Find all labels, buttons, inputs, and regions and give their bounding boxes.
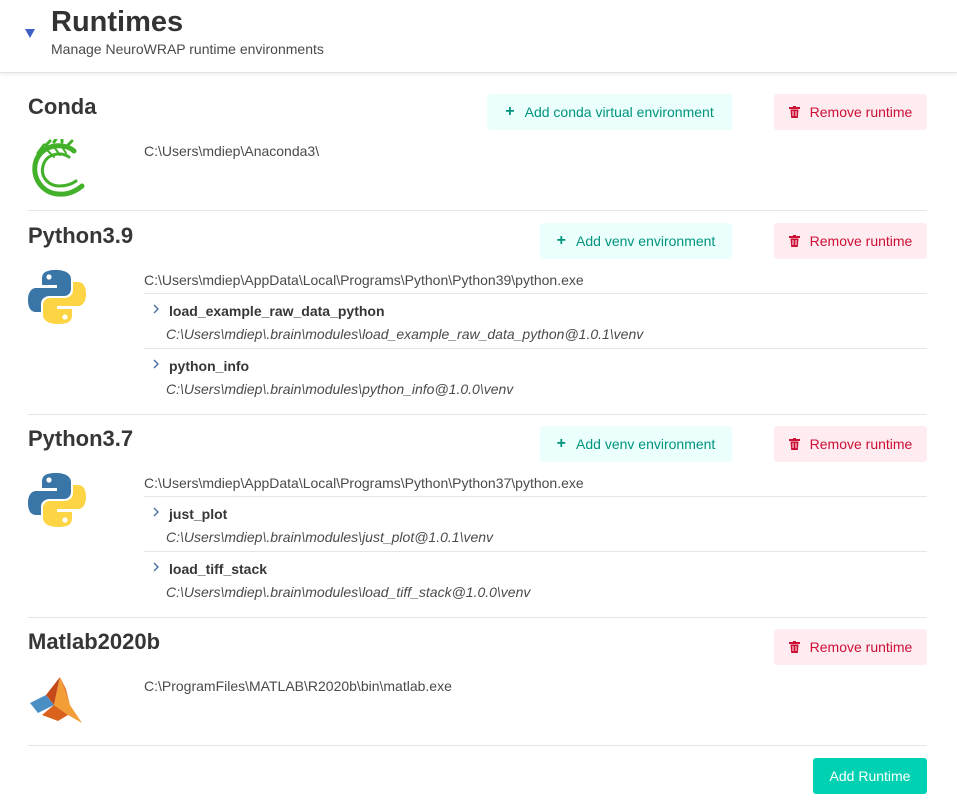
runtime-python37: Python3.7 + Add venv environment Remove …	[28, 414, 927, 618]
runtime-conda: Conda + Add conda virtual environment Re…	[28, 90, 927, 211]
list-item[interactable]: load_example_raw_data_python C:\Users\md…	[144, 293, 927, 348]
python-logo-icon	[28, 270, 86, 324]
remove-runtime-label: Remove runtime	[809, 233, 913, 249]
remove-runtime-label: Remove runtime	[809, 436, 913, 452]
add-runtime-button[interactable]: Add Runtime	[813, 758, 927, 794]
remove-runtime-button[interactable]: Remove runtime	[774, 426, 927, 462]
add-venv-label: Add venv environment	[576, 436, 716, 452]
chevron-right-icon[interactable]	[151, 561, 161, 573]
add-venv-label: Add venv environment	[576, 233, 716, 249]
add-conda-env-button[interactable]: + Add conda virtual environment	[487, 94, 732, 130]
chevron-right-icon[interactable]	[151, 358, 161, 370]
trash-icon	[788, 641, 800, 653]
conda-logo-icon	[32, 139, 85, 197]
trash-icon	[788, 438, 800, 450]
runtime-name: Python3.9	[28, 223, 134, 248]
add-conda-env-label: Add conda virtual environment	[524, 104, 714, 120]
runtime-python39: Python3.9 + Add venv environment Remove …	[28, 211, 927, 415]
matlab-logo-icon	[30, 677, 82, 723]
trash-icon	[788, 235, 800, 247]
environment-name: load_example_raw_data_python	[169, 303, 385, 319]
runtime-matlab2020b: Matlab2020b Remove runtime C:\ProgramFil…	[28, 617, 927, 746]
plus-icon: +	[556, 435, 567, 452]
python-logo-icon	[28, 473, 86, 527]
environment-path: C:\Users\mdiep\.brain\modules\python_inf…	[166, 381, 514, 397]
chevron-right-icon[interactable]	[151, 506, 161, 518]
runtime-path: C:\Users\mdiep\AppData\Local\Programs\Py…	[144, 475, 584, 491]
remove-runtime-label: Remove runtime	[809, 104, 913, 120]
remove-runtime-button[interactable]: Remove runtime	[774, 94, 927, 130]
environment-path: C:\Users\mdiep\.brain\modules\load_examp…	[166, 326, 644, 342]
runtime-name: Conda	[28, 94, 97, 119]
environment-name: load_tiff_stack	[169, 561, 268, 577]
add-venv-button[interactable]: + Add venv environment	[540, 223, 732, 259]
triangle-down-icon[interactable]	[24, 27, 36, 39]
page-header: Runtimes Manage NeuroWRAP runtime enviro…	[0, 0, 957, 73]
page-subtitle: Manage NeuroWRAP runtime environments	[51, 41, 324, 57]
runtime-path: C:\Users\mdiep\AppData\Local\Programs\Py…	[144, 272, 584, 288]
trash-icon	[788, 106, 800, 118]
list-item[interactable]: load_tiff_stack C:\Users\mdiep\.brain\mo…	[144, 551, 927, 606]
list-item[interactable]: python_info C:\Users\mdiep\.brain\module…	[144, 348, 927, 403]
environment-path: C:\Users\mdiep\.brain\modules\just_plot@…	[166, 529, 494, 545]
environment-name: python_info	[169, 358, 250, 374]
plus-icon: +	[556, 232, 567, 249]
chevron-right-icon[interactable]	[151, 303, 161, 315]
page-title: Runtimes	[51, 6, 184, 38]
remove-runtime-button[interactable]: Remove runtime	[774, 629, 927, 665]
list-item[interactable]: just_plot C:\Users\mdiep\.brain\modules\…	[144, 496, 927, 551]
remove-runtime-label: Remove runtime	[809, 639, 913, 655]
plus-icon: +	[505, 103, 515, 120]
runtime-path: C:\Users\mdiep\Anaconda3\	[144, 143, 320, 159]
add-venv-button[interactable]: + Add venv environment	[540, 426, 732, 462]
environment-list: just_plot C:\Users\mdiep\.brain\modules\…	[144, 496, 927, 606]
environment-name: just_plot	[169, 506, 228, 522]
environment-path: C:\Users\mdiep\.brain\modules\load_tiff_…	[166, 584, 531, 600]
environment-list: load_example_raw_data_python C:\Users\md…	[144, 293, 927, 403]
runtime-path: C:\ProgramFiles\MATLAB\R2020b\bin\matlab…	[144, 678, 452, 694]
runtime-divider	[28, 745, 927, 746]
runtime-name: Matlab2020b	[28, 629, 161, 654]
remove-runtime-button[interactable]: Remove runtime	[774, 223, 927, 259]
runtime-name: Python3.7	[28, 426, 134, 451]
